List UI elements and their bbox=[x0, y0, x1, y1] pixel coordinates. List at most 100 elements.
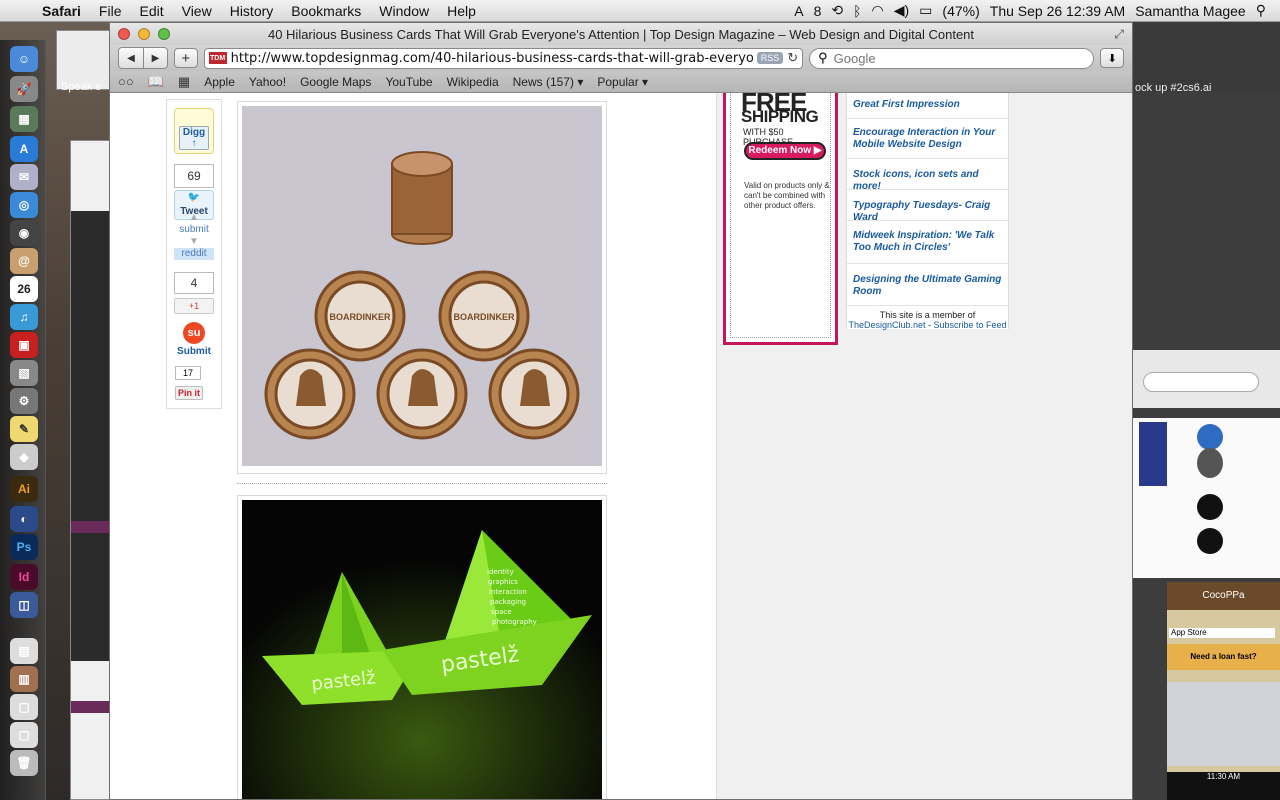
battery-icon[interactable]: ▭ bbox=[919, 2, 932, 19]
indesign-icon[interactable]: Id bbox=[10, 564, 38, 590]
member-text: This site is a member of bbox=[879, 310, 976, 320]
facetime-icon[interactable]: ◉ bbox=[10, 220, 38, 246]
menu-view[interactable]: View bbox=[173, 3, 221, 19]
menu-window[interactable]: Window bbox=[370, 3, 438, 19]
bookmark-popular[interactable]: Popular ▾ bbox=[597, 75, 648, 89]
back-button[interactable]: ◀ bbox=[119, 48, 143, 68]
ad-shipping-text: SHIPPING bbox=[741, 107, 819, 126]
minimized-window-icon[interactable]: ▢ bbox=[10, 694, 38, 720]
user-name[interactable]: Samantha Magee bbox=[1135, 3, 1246, 19]
reddit-button[interactable]: ▲ submit ▼ reddit bbox=[174, 212, 214, 260]
minimized-window-2-icon[interactable]: ▢ bbox=[10, 722, 38, 748]
reload-icon[interactable]: ↻ bbox=[787, 50, 798, 66]
recent-post-link[interactable]: Stock icons, icon sets and more! bbox=[847, 159, 1008, 192]
downloads-stack-icon[interactable]: ▥ bbox=[10, 666, 38, 692]
recent-post-link[interactable]: Great First Impression bbox=[847, 97, 1008, 119]
phone-time: 11:30 AM bbox=[1167, 772, 1280, 800]
bookmark-google-maps[interactable]: Google Maps bbox=[300, 75, 371, 89]
bookmark-youtube[interactable]: YouTube bbox=[385, 75, 432, 89]
preview-icon[interactable]: ▧ bbox=[10, 360, 38, 386]
downloads-button[interactable]: ⬇ bbox=[1100, 48, 1124, 68]
adobe-count: 8 bbox=[813, 2, 822, 19]
time-machine-icon[interactable]: ⟲ bbox=[831, 2, 843, 19]
illustrator-icon[interactable]: Ai bbox=[10, 476, 38, 502]
adobe-status-icon[interactable]: A bbox=[794, 3, 803, 19]
gplus-button[interactable]: +1 bbox=[174, 298, 214, 314]
forward-button[interactable]: ▶ bbox=[143, 48, 167, 68]
fullscreen-icon[interactable]: ⤢ bbox=[1114, 27, 1124, 42]
rss-button[interactable]: RSS bbox=[756, 52, 784, 64]
search-input[interactable] bbox=[833, 50, 1074, 66]
background-finder-window[interactable] bbox=[70, 140, 111, 800]
recent-post-link[interactable]: Encourage Interaction in Your Mobile Web… bbox=[847, 119, 1008, 159]
bookmark-wikipedia[interactable]: Wikipedia bbox=[447, 75, 499, 89]
recent-post-link[interactable]: Midweek Inspiration: 'We Talk Too Much i… bbox=[847, 221, 1008, 264]
itunes-icon[interactable]: ♫ bbox=[10, 304, 38, 330]
finder-icon[interactable]: ☺ bbox=[10, 46, 38, 72]
digg-label: Digg ↑ bbox=[179, 126, 209, 150]
clock[interactable]: Thu Sep 26 12:39 AM bbox=[990, 3, 1125, 19]
design-club-link[interactable]: TheDesignClub.net bbox=[848, 320, 925, 330]
subscribe-feed-link[interactable]: Subscribe to Feed bbox=[934, 320, 1007, 330]
bookmark-news[interactable]: News (157) ▾ bbox=[513, 75, 584, 89]
safari-dock-icon[interactable]: ◎ bbox=[10, 192, 38, 218]
stickies-icon[interactable]: ✎ bbox=[10, 416, 38, 442]
wifi-icon[interactable]: ◠ bbox=[872, 2, 884, 19]
reading-list-icon[interactable]: ○○ bbox=[118, 74, 134, 89]
system-preferences-icon[interactable]: ⚙ bbox=[10, 388, 38, 414]
recent-post-link[interactable]: Designing the Ultimate Gaming Room bbox=[847, 264, 1008, 306]
app-store-icon[interactable]: A bbox=[10, 136, 38, 162]
boat-list-item-4: packaging bbox=[490, 598, 526, 606]
pin-count: 17 bbox=[175, 366, 201, 380]
minimize-window-button[interactable] bbox=[138, 28, 150, 40]
photoshop-icon[interactable]: Ps bbox=[10, 534, 38, 560]
boat-list-item-2: graphics bbox=[488, 578, 518, 586]
menu-help[interactable]: Help bbox=[438, 3, 485, 19]
mission-control-icon[interactable]: ▦ bbox=[10, 106, 38, 132]
menu-file[interactable]: File bbox=[90, 3, 131, 19]
menu-edit[interactable]: Edit bbox=[130, 3, 172, 19]
volume-icon[interactable]: ◀) bbox=[894, 2, 909, 19]
article-image-wooden-cards[interactable]: BOARDINKER BOARDINKER bbox=[237, 101, 607, 474]
photo-booth-icon[interactable]: ▣ bbox=[10, 332, 38, 358]
documents-stack-icon[interactable]: ▤ bbox=[10, 638, 38, 664]
stumbleupon-button[interactable]: su Submit bbox=[174, 322, 214, 357]
pin-it-button[interactable]: Pin it bbox=[175, 386, 203, 400]
article-image-paper-boats[interactable]: pastelž pastelž identity graphics intera… bbox=[237, 495, 607, 799]
battery-percent: (47%) bbox=[942, 2, 980, 19]
bookmark-apple[interactable]: Apple bbox=[204, 75, 235, 89]
free-shipping-ad[interactable]: FREE SHIPPING WITH $50 PURCHASE Redeem N… bbox=[723, 93, 838, 345]
bookmarks-book-icon[interactable]: 📖 bbox=[148, 74, 164, 90]
tweet-count: 69 bbox=[174, 164, 214, 188]
address-bar[interactable]: TDM http://www.topdesignmag.com/40-hilar… bbox=[203, 47, 804, 69]
calendar-icon[interactable]: 26 bbox=[10, 276, 38, 302]
title-bar[interactable]: 40 Hilarious Business Cards That Will Gr… bbox=[110, 23, 1132, 45]
zoom-window-button[interactable] bbox=[158, 28, 170, 40]
gplus-count: 4 bbox=[174, 272, 214, 294]
stumble-label: Submit bbox=[177, 346, 211, 357]
bluetooth-icon[interactable]: ᛒ bbox=[853, 3, 861, 19]
reddit-label: reddit bbox=[174, 248, 214, 260]
contacts-icon[interactable]: @ bbox=[10, 248, 38, 274]
mail-icon[interactable]: ✉ bbox=[10, 164, 38, 190]
menu-bookmarks[interactable]: Bookmarks bbox=[282, 3, 370, 19]
url-field[interactable]: http://www.topdesignmag.com/40-hilarious… bbox=[231, 51, 753, 66]
iphoto-icon[interactable]: ◫ bbox=[10, 592, 38, 618]
add-bookmark-button[interactable]: + bbox=[174, 48, 198, 68]
search-bar[interactable]: ⚲ bbox=[809, 47, 1095, 69]
top-sites-icon[interactable]: ▦ bbox=[178, 74, 190, 90]
app-menu[interactable]: Safari bbox=[40, 3, 90, 19]
reddit-submit-label: submit bbox=[179, 224, 209, 235]
edge-icon[interactable]: ◐ bbox=[10, 506, 38, 532]
recent-post-link[interactable]: Typography Tuesdays- Craig Ward bbox=[847, 190, 1008, 223]
redeem-now-button[interactable]: Redeem Now ▶ bbox=[744, 142, 826, 160]
color-picker-icon[interactable]: ◆ bbox=[10, 444, 38, 470]
launchpad-icon[interactable]: 🚀 bbox=[10, 76, 38, 102]
trash-icon[interactable]: 🗑 bbox=[10, 750, 38, 776]
recent-posts-list: Great First Impression Encourage Interac… bbox=[846, 93, 1009, 330]
digg-button[interactable]: Digg ↑ bbox=[174, 108, 214, 154]
close-window-button[interactable] bbox=[118, 28, 130, 40]
spotlight-icon[interactable]: ⚲ bbox=[1256, 2, 1266, 19]
bookmark-yahoo[interactable]: Yahoo! bbox=[249, 75, 286, 89]
menu-history[interactable]: History bbox=[221, 3, 283, 19]
